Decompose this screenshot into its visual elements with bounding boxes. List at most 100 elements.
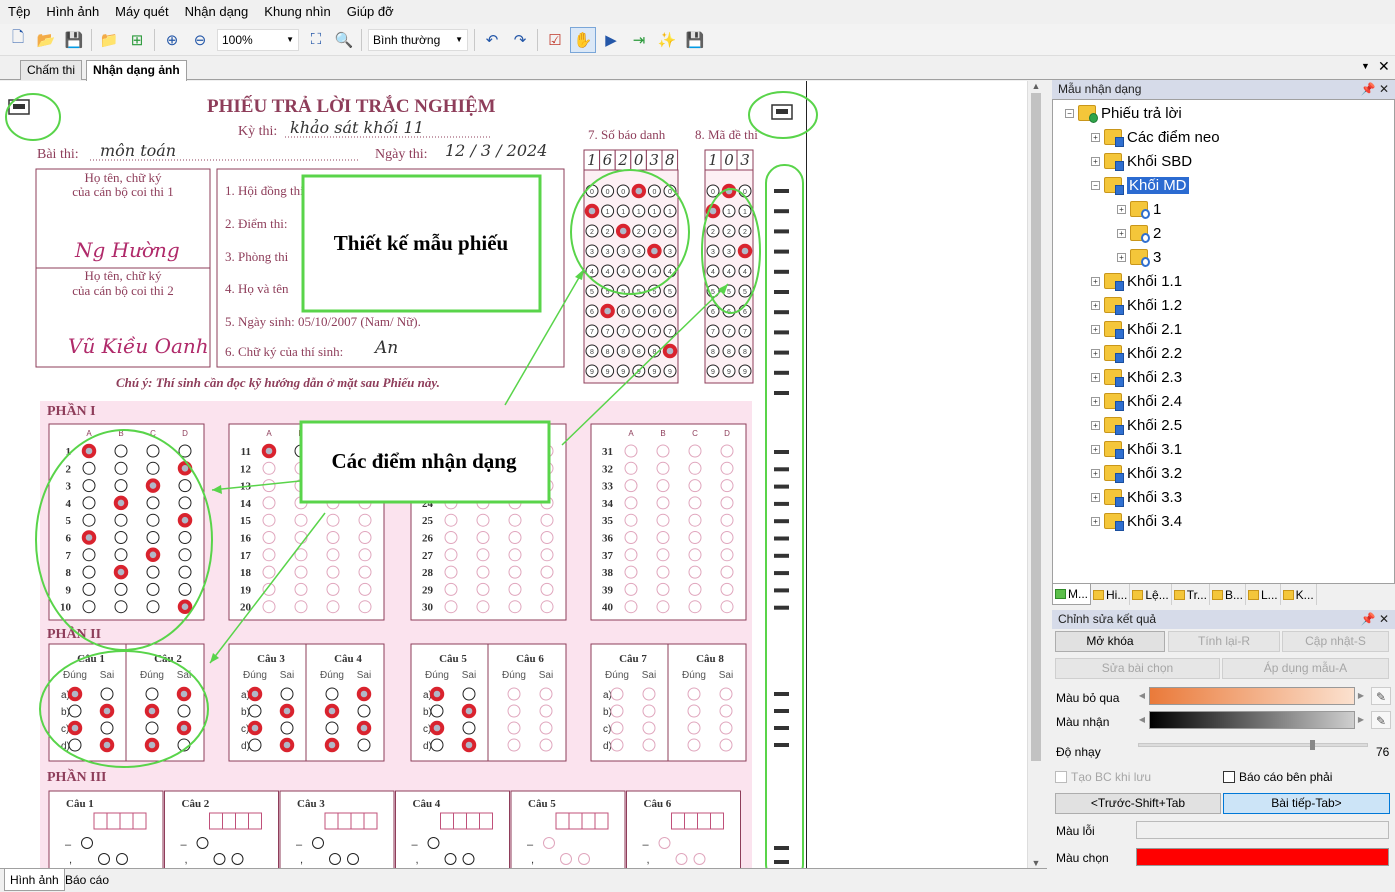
scroll-down-icon[interactable]: ▼ xyxy=(1028,858,1044,868)
tree-node[interactable]: + Khối 3.1 xyxy=(1091,438,1182,460)
tree-node[interactable]: + Khối 2.5 xyxy=(1091,414,1182,436)
pin-icon[interactable]: 📌 xyxy=(1361,82,1376,96)
tree-node[interactable]: + Khối SBD xyxy=(1091,150,1192,172)
recognize-active-icon[interactable]: ✋ xyxy=(570,26,596,53)
expand-icon[interactable]: + xyxy=(1091,276,1100,286)
panel-tab[interactable]: B... xyxy=(1210,584,1246,605)
expand-icon[interactable]: + xyxy=(1091,516,1100,526)
scroll-up-icon[interactable]: ▲ xyxy=(1028,81,1044,91)
tree-node[interactable]: + Khối 2.4 xyxy=(1091,390,1182,412)
expand-icon[interactable]: + xyxy=(1091,468,1100,478)
panel-tab[interactable]: Tr... xyxy=(1172,584,1210,605)
tree-node[interactable]: + Khối 2.3 xyxy=(1091,366,1182,388)
panel-tab[interactable]: L... xyxy=(1246,584,1281,605)
scroll-thumb[interactable] xyxy=(1031,93,1041,761)
tab-bao-cao[interactable]: Báo cáo xyxy=(60,869,114,891)
apply-template-button[interactable]: Áp dụng mẫu-A xyxy=(1222,658,1389,679)
panel-tab[interactable]: K... xyxy=(1281,584,1317,605)
tree-node[interactable]: + Các điểm neo xyxy=(1091,126,1220,148)
tree-node[interactable]: − Khối MD xyxy=(1091,174,1189,196)
expand-icon[interactable]: + xyxy=(1091,324,1100,334)
expand-icon[interactable]: + xyxy=(1117,204,1126,214)
tab-list-dropdown-icon[interactable]: ▼ xyxy=(1361,61,1370,71)
tree-root[interactable]: − Phiếu trả lời xyxy=(1065,102,1182,124)
eyedropper-icon[interactable]: ✎ xyxy=(1371,711,1391,729)
tree-node[interactable]: + Khối 1.2 xyxy=(1091,294,1182,316)
undo-icon[interactable]: ↶ xyxy=(479,27,505,53)
magic-wand-icon[interactable]: ✨ xyxy=(654,27,680,53)
panel-tab[interactable]: Hi... xyxy=(1091,584,1131,605)
tree-node[interactable]: + Khối 3.2 xyxy=(1091,462,1182,484)
close-doc-icon[interactable]: ✕ xyxy=(1378,58,1390,75)
create-report-checkbox[interactable] xyxy=(1055,771,1067,783)
eyedropper-icon[interactable]: ✎ xyxy=(1371,687,1391,705)
checklist-icon[interactable]: ☑ xyxy=(542,27,568,53)
menu-view[interactable]: Khung nhìn xyxy=(256,0,339,24)
collapse-icon[interactable]: − xyxy=(1091,180,1100,190)
tree-node[interactable]: +2 xyxy=(1117,222,1161,244)
canvas-vertical-scrollbar[interactable]: ▲ ▼ xyxy=(1027,81,1043,868)
zoom-select[interactable]: 100% ▼ xyxy=(217,28,299,51)
expand-icon[interactable]: + xyxy=(1091,132,1100,142)
recompute-button[interactable]: Tính lại-R xyxy=(1168,631,1280,652)
tab-hinh-anh[interactable]: Hình ảnh xyxy=(4,869,65,891)
menu-image[interactable]: Hình ảnh xyxy=(38,0,107,24)
selected-color-swatch[interactable] xyxy=(1136,848,1389,866)
add-page-icon[interactable]: ⊞ xyxy=(124,27,150,53)
menu-file[interactable]: Tệp xyxy=(0,0,38,24)
tab-cham-thi[interactable]: Chấm thi xyxy=(20,60,83,80)
mode-select[interactable]: Bình thường ▼ xyxy=(368,28,468,51)
dropdown-icon[interactable]: ▶ xyxy=(1355,687,1367,705)
close-icon[interactable]: ✕ xyxy=(1379,82,1389,96)
pin-icon[interactable]: 📌 xyxy=(1361,612,1376,626)
tree-node[interactable]: + Khối 3.3 xyxy=(1091,486,1182,508)
update-button[interactable]: Cập nhật-S xyxy=(1282,631,1389,652)
answer-sheet-canvas[interactable]: PHIẾU TRẢ LỜI TRẮC NGHIỆM Kỳ thi: khảo s… xyxy=(0,81,1027,868)
sensitivity-slider[interactable] xyxy=(1138,740,1368,750)
open-folder-icon[interactable]: 📂 xyxy=(33,27,59,53)
menu-help[interactable]: Giúp đỡ xyxy=(339,0,402,24)
panel-tab[interactable]: Lệ... xyxy=(1130,584,1172,605)
tree-node[interactable]: +3 xyxy=(1117,246,1161,268)
previous-button[interactable]: <Trước-Shift+Tab xyxy=(1055,793,1221,814)
save-icon[interactable]: 💾 xyxy=(61,27,87,53)
dropdown-icon[interactable]: ◀ xyxy=(1136,687,1148,705)
tree-node[interactable]: + Khối 3.4 xyxy=(1091,510,1182,532)
expand-icon[interactable]: + xyxy=(1091,348,1100,358)
tree-node[interactable]: + Khối 1.1 xyxy=(1091,270,1182,292)
report-right-checkbox[interactable] xyxy=(1223,771,1235,783)
tab-nhan-dang-anh[interactable]: Nhận dạng ảnh xyxy=(86,60,187,81)
magnifier-icon[interactable]: 🔍 xyxy=(331,27,357,53)
menu-scanner[interactable]: Máy quét xyxy=(107,0,176,24)
expand-icon[interactable]: + xyxy=(1091,372,1100,382)
error-color-swatch[interactable] xyxy=(1136,821,1389,839)
panel-tab[interactable]: M... xyxy=(1052,584,1091,605)
zoom-in-icon[interactable]: ⊕ xyxy=(159,27,185,53)
save-template-icon[interactable]: 💾 xyxy=(682,27,708,53)
edit-selected-button[interactable]: Sửa bài chọn xyxy=(1055,658,1220,679)
dropdown-icon[interactable]: ▶ xyxy=(1355,711,1367,729)
new-file-icon[interactable]: 🗋 xyxy=(5,27,31,53)
tree-node[interactable]: + Khối 2.2 xyxy=(1091,342,1182,364)
fit-page-icon[interactable]: ⛶ xyxy=(303,27,329,53)
redo-icon[interactable]: ↷ xyxy=(507,27,533,53)
tree-node[interactable]: +1 xyxy=(1117,198,1161,220)
play-icon[interactable]: ▶ xyxy=(598,27,624,53)
export-icon[interactable]: ⇥ xyxy=(626,27,652,53)
recognize-color-gradient[interactable] xyxy=(1149,711,1355,729)
unlock-button[interactable]: Mở khóa xyxy=(1055,631,1165,652)
sensitivity-slider-knob[interactable] xyxy=(1310,740,1315,750)
zoom-out-icon[interactable]: ⊖ xyxy=(187,27,213,53)
expand-icon[interactable]: + xyxy=(1091,492,1100,502)
collapse-icon[interactable]: − xyxy=(1065,108,1074,118)
close-icon[interactable]: ✕ xyxy=(1379,612,1389,626)
skip-color-gradient[interactable] xyxy=(1149,687,1355,705)
expand-icon[interactable]: + xyxy=(1091,444,1100,454)
menu-recognize[interactable]: Nhận dạng xyxy=(177,0,257,24)
dropdown-icon[interactable]: ◀ xyxy=(1136,711,1148,729)
expand-icon[interactable]: + xyxy=(1117,252,1126,262)
template-tree[interactable]: − Phiếu trả lời + Các điểm neo + Khối SBD − K… xyxy=(1052,99,1395,584)
expand-icon[interactable]: + xyxy=(1091,300,1100,310)
expand-icon[interactable]: + xyxy=(1091,420,1100,430)
expand-icon[interactable]: + xyxy=(1091,396,1100,406)
